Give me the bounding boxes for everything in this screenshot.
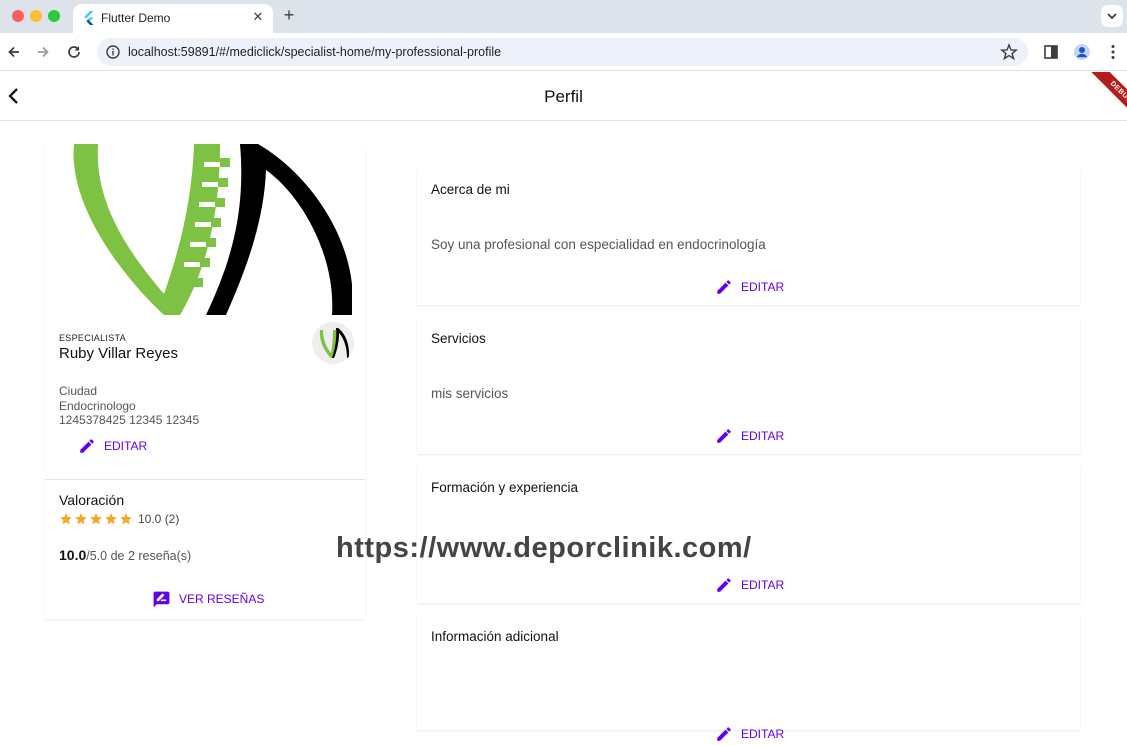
profile-info: ESPECIALISTA Ruby Villar Reyes Ciudad En…	[45, 315, 365, 480]
browser-tab-bar: Flutter Demo ✕ +	[0, 0, 1127, 33]
edit-about-button[interactable]: EDITAR	[715, 276, 784, 298]
star-icon	[90, 513, 102, 525]
edit-profile-button[interactable]: EDITAR	[78, 435, 147, 457]
edit-profile-label: EDITAR	[104, 439, 148, 453]
edit-label: EDITAR	[741, 727, 785, 741]
section-title: Servicios	[431, 331, 486, 346]
reload-icon[interactable]	[64, 42, 84, 62]
side-panel-icon[interactable]	[1041, 42, 1061, 62]
edit-education-button[interactable]: EDITAR	[715, 574, 784, 596]
star-icon	[105, 513, 117, 525]
section-body: Soy una profesional con especialidad en …	[431, 237, 766, 252]
edit-services-button[interactable]: EDITAR	[715, 425, 784, 447]
section-services: Servicios mis servicios EDITAR	[417, 317, 1080, 454]
more-menu-icon[interactable]	[1103, 42, 1123, 62]
star-icon	[75, 513, 87, 525]
score-detail: /5.0 de 2 reseña(s)	[86, 549, 192, 563]
browser-tab[interactable]: Flutter Demo ✕	[73, 4, 273, 33]
edit-label: EDITAR	[741, 280, 785, 294]
cover-image	[60, 144, 352, 315]
address-bar[interactable]: localhost:59891/#/mediclick/specialist-h…	[97, 38, 1028, 66]
pencil-icon	[80, 439, 94, 453]
rate-review-icon	[153, 591, 170, 607]
score-value: 10.0	[59, 547, 87, 563]
debug-banner-label: DEBUG	[1090, 72, 1127, 120]
pencil-icon	[717, 429, 731, 443]
avatar	[312, 322, 354, 364]
section-title: Acerca de mi	[431, 182, 510, 197]
view-reviews-label: VER RESEÑAS	[179, 592, 265, 606]
star-icon	[120, 513, 132, 525]
bookmark-star-icon[interactable]	[999, 42, 1019, 62]
debug-banner: DEBUG	[1079, 72, 1127, 120]
tab-title: Flutter Demo	[101, 11, 171, 25]
edit-label: EDITAR	[741, 578, 785, 592]
watermark-text: https://www.deporclinik.com/	[336, 532, 752, 564]
pencil-icon	[717, 578, 731, 592]
rating-title: Valoración	[59, 492, 125, 508]
window-minimize-button[interactable]	[30, 10, 42, 22]
url-text[interactable]: localhost:59891/#/mediclick/specialist-h…	[128, 45, 501, 59]
page-title: Perfil	[544, 87, 583, 106]
pencil-icon	[717, 280, 731, 294]
section-body: mis servicios	[431, 386, 509, 401]
pencil-icon	[717, 727, 731, 741]
specialist-name: Ruby Villar Reyes	[59, 345, 178, 362]
section-about: Acerca de mi Soy una profesional con esp…	[417, 168, 1080, 305]
section-title: Información adicional	[431, 629, 559, 644]
view-reviews-button[interactable]: VER RESEÑAS	[152, 589, 264, 609]
star-rating: 10.0 (2)	[59, 512, 179, 526]
edit-additional-info-button[interactable]: EDITAR	[715, 723, 784, 745]
profile-card: ESPECIALISTA Ruby Villar Reyes Ciudad En…	[45, 144, 365, 619]
specialty-text: Endocrinologo	[59, 399, 136, 413]
star-icon	[60, 513, 72, 525]
tab-close-icon[interactable]: ✕	[250, 9, 266, 25]
rating-section: Valoración 10.0 (2) 10.0/5.0 de 2 reseña…	[45, 480, 365, 619]
back-arrow-icon[interactable]	[4, 42, 24, 62]
tab-search-button[interactable]	[1101, 5, 1123, 27]
flutter-icon	[84, 11, 94, 25]
id-numbers-text: 1245378425 12345 12345	[59, 413, 200, 427]
avatar-logo-image	[312, 322, 354, 364]
window-maximize-button[interactable]	[48, 10, 60, 22]
edit-label: EDITAR	[741, 429, 785, 443]
chevron-down-icon	[1107, 13, 1117, 20]
forward-arrow-icon[interactable]	[33, 42, 53, 62]
role-label: ESPECIALISTA	[59, 333, 126, 343]
window-close-button[interactable]	[12, 10, 24, 22]
app-bar: Perfil DEBUG	[0, 72, 1127, 121]
profile-avatar-icon[interactable]	[1072, 42, 1092, 62]
new-tab-button[interactable]: +	[280, 5, 298, 25]
score-text: 10.0/5.0 de 2 reseña(s)	[59, 547, 191, 563]
section-additional-info: Información adicional EDITAR	[417, 615, 1080, 741]
site-info-icon[interactable]	[105, 44, 121, 60]
cover-logo-image	[73, 144, 352, 315]
section-title: Formación y experiencia	[431, 480, 579, 495]
browser-toolbar: localhost:59891/#/mediclick/specialist-h…	[0, 33, 1127, 71]
stars-count-text: 10.0 (2)	[138, 512, 180, 526]
city-text: Ciudad	[59, 384, 98, 398]
